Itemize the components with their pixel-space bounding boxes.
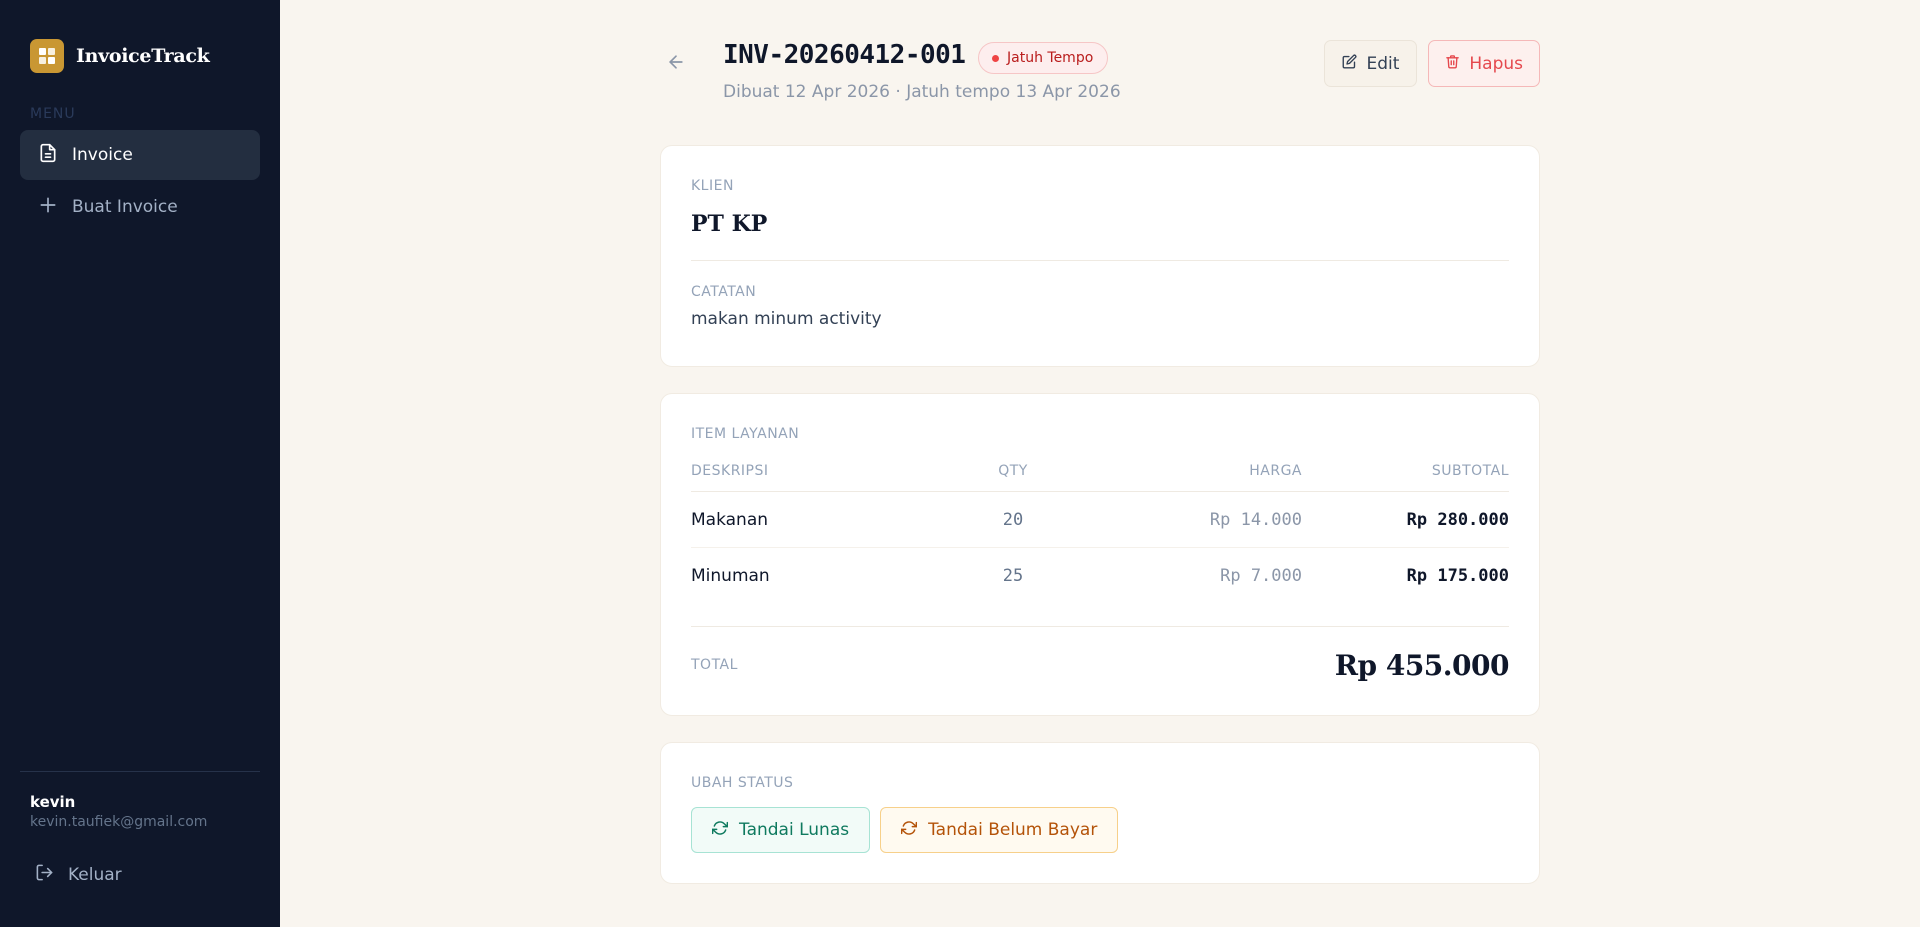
items-table: DESKRIPSI QTY HARGA SUBTOTAL Makanan 20 …	[691, 463, 1509, 604]
mark-paid-button[interactable]: Tandai Lunas	[691, 807, 871, 853]
logout-icon	[35, 863, 54, 887]
total-value: Rp 455.000	[1334, 648, 1510, 682]
brand-name: InvoiceTrack	[76, 45, 210, 67]
item-price: Rp 14.000	[1078, 491, 1302, 548]
item-subtotal: Rp 280.000	[1302, 491, 1509, 548]
refresh-icon	[711, 820, 729, 841]
table-header-row: DESKRIPSI QTY HARGA SUBTOTAL	[691, 463, 1509, 492]
invoice-meta: Dibuat 12 Apr 2026 · Jatuh tempo 13 Apr …	[723, 82, 1121, 102]
notes-text: makan minum activity	[691, 309, 882, 329]
status-dot-icon	[992, 54, 999, 62]
status-buttons: Tandai Lunas Tandai Belum Bayar	[691, 807, 1509, 853]
mark-unpaid-button[interactable]: Tandai Belum Bayar	[880, 807, 1119, 853]
column-header-subtotal: SUBTOTAL	[1302, 463, 1509, 492]
file-text-icon	[38, 143, 58, 168]
main-content: INV-20260412-001 Jatuh Tempo Dibuat 12 A…	[280, 0, 1920, 927]
mark-paid-label: Tandai Lunas	[739, 820, 850, 840]
table-row: Minuman 25 Rp 7.000 Rp 175.000	[691, 548, 1509, 604]
back-button[interactable]	[660, 48, 692, 80]
refresh-icon	[901, 820, 918, 841]
sidebar-footer: kevin kevin.taufiek@gmail.com Keluar	[20, 771, 260, 897]
header-actions: Edit Hapus	[1324, 40, 1540, 87]
item-qty: 25	[1002, 565, 1024, 586]
column-header-description: DESKRIPSI	[691, 463, 948, 492]
edit-button-label: Edit	[1366, 53, 1400, 74]
status-badge-label: Jatuh Tempo	[1007, 50, 1094, 66]
trash-icon	[1445, 54, 1460, 74]
arrow-left-icon	[666, 52, 686, 76]
client-card: KLIEN PT KP CATATAN makan minum activity	[660, 145, 1540, 367]
status-card: UBAH STATUS Tandai Lunas Tandai Belum Ba…	[660, 742, 1540, 884]
mark-unpaid-label: Tandai Belum Bayar	[928, 820, 1098, 840]
total-label: TOTAL	[691, 657, 738, 673]
divider	[691, 260, 1509, 261]
brand[interactable]: InvoiceTrack	[0, 0, 280, 82]
logout-button[interactable]: Keluar	[20, 853, 260, 897]
client-name: PT KP	[691, 211, 768, 237]
grid-logo-icon	[30, 39, 64, 73]
items-card: ITEM LAYANAN DESKRIPSI QTY HARGA SUBTOTA…	[660, 393, 1540, 716]
items-label: ITEM LAYANAN	[691, 426, 800, 442]
table-row: Makanan 20 Rp 14.000 Rp 280.000	[691, 491, 1509, 548]
user-name: kevin	[30, 793, 76, 811]
status-change-label: UBAH STATUS	[691, 775, 794, 791]
column-header-qty: QTY	[948, 463, 1078, 492]
plus-icon	[38, 195, 58, 220]
page-title: INV-20260412-001	[723, 40, 966, 70]
client-label: KLIEN	[691, 178, 734, 194]
sidebar-item-label: Invoice	[72, 145, 133, 165]
edit-button[interactable]: Edit	[1324, 40, 1418, 87]
sidebar-item-invoice[interactable]: Invoice	[20, 130, 260, 180]
item-qty: 20	[948, 491, 1078, 548]
notes-label: CATATAN	[691, 284, 757, 300]
total-row: TOTAL Rp 455.000	[691, 625, 1510, 682]
edit-icon	[1342, 54, 1357, 74]
item-price: Rp 7.000	[1220, 565, 1302, 586]
app-root: InvoiceTrack MENU Invoice Buat Invoice k…	[0, 0, 1920, 927]
page-header: INV-20260412-001 Jatuh Tempo Dibuat 12 A…	[660, 0, 1540, 145]
sidebar: InvoiceTrack MENU Invoice Buat Invoice k…	[0, 0, 280, 927]
column-header-price: HARGA	[1078, 463, 1302, 492]
delete-button[interactable]: Hapus	[1428, 40, 1540, 87]
delete-button-label: Hapus	[1469, 53, 1523, 74]
status-badge: Jatuh Tempo	[978, 42, 1109, 74]
sidebar-item-create-invoice[interactable]: Buat Invoice	[20, 182, 260, 232]
item-description: Makanan	[691, 491, 948, 548]
sidebar-nav: Invoice Buat Invoice	[0, 130, 280, 234]
item-description: Minuman	[691, 565, 770, 586]
item-subtotal: Rp 175.000	[1406, 565, 1509, 586]
user-email: kevin.taufiek@gmail.com	[30, 814, 208, 830]
sidebar-item-label: Buat Invoice	[72, 197, 178, 217]
menu-label: MENU	[30, 106, 76, 122]
invoice-detail: INV-20260412-001 Jatuh Tempo Dibuat 12 A…	[660, 0, 1540, 910]
logout-label: Keluar	[68, 865, 122, 885]
